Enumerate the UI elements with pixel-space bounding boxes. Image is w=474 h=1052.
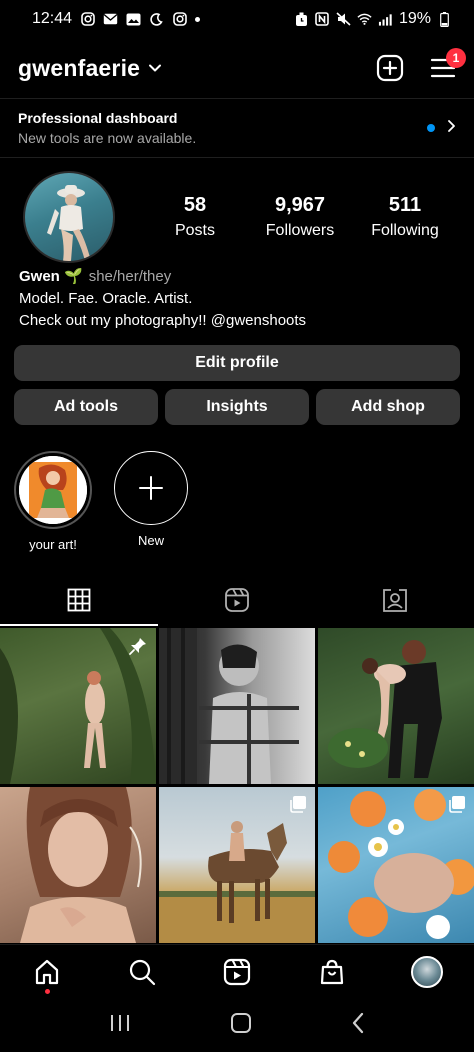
post-thumbnail[interactable]: [0, 628, 156, 784]
following-count: 511: [388, 194, 422, 216]
post-thumbnail[interactable]: [159, 787, 315, 943]
status-bar: 12:44 19%: [0, 0, 474, 38]
dashboard-subtitle: New tools are now available.: [18, 130, 197, 146]
multiple-photos-icon-2: [448, 795, 466, 818]
chevron-down-icon[interactable]: [148, 63, 162, 73]
plus-square-icon: [376, 54, 404, 82]
home-icon: [36, 959, 59, 984]
battery-icon: [437, 11, 452, 27]
posts-label: Posts: [174, 222, 215, 239]
profile-bio: Gwen 🌱 she/her/they Model. Fae. Oracle. A…: [19, 266, 459, 332]
photo-notification-icon: [126, 12, 141, 27]
nav-home[interactable]: [17, 958, 77, 994]
story-highlight[interactable]: your art!: [8, 451, 98, 552]
wifi-icon: [357, 12, 372, 27]
home-square-icon: [230, 1012, 251, 1033]
post-thumbnail[interactable]: [318, 628, 474, 784]
alarm-icon: [294, 12, 309, 27]
edit-profile-button[interactable]: Edit profile: [14, 345, 460, 381]
signal-icon: [378, 12, 393, 27]
profile-header: gwenfaerie 1: [0, 40, 474, 96]
home-system-button[interactable]: [230, 1012, 252, 1039]
post-thumbnail[interactable]: [159, 628, 315, 784]
recent-apps-icon: [111, 1014, 130, 1031]
post-thumbnail[interactable]: [0, 787, 156, 943]
nav-reels[interactable]: [207, 958, 267, 986]
nfc-icon: [315, 12, 330, 27]
stat-followers[interactable]: 9,967 Followers: [255, 194, 345, 240]
tab-grid[interactable]: [0, 574, 158, 626]
profile-display-name: Gwen 🌱: [19, 268, 83, 285]
back-button[interactable]: [351, 1012, 365, 1039]
reels-icon: [225, 588, 249, 612]
dashboard-title: Professional dashboard: [18, 110, 178, 126]
nav-search[interactable]: [112, 958, 172, 986]
bio-line-2[interactable]: Check out my photography!! @gwenshoots: [19, 310, 459, 332]
tagged-icon: [383, 589, 407, 612]
nav-profile[interactable]: [397, 955, 457, 988]
following-label: Following: [371, 222, 439, 239]
home-activity-dot: [44, 988, 50, 994]
add-shop-button[interactable]: Add shop: [316, 389, 460, 425]
more-notifications-dot: [195, 16, 201, 22]
highlight-ring: [14, 451, 92, 529]
profile-pronouns: she/her/they: [88, 268, 172, 285]
reels-nav-icon: [223, 958, 251, 985]
posts-count: 58: [183, 194, 207, 216]
new-highlight-button[interactable]: New: [106, 451, 196, 548]
stat-following[interactable]: 511 Following: [360, 194, 450, 240]
new-highlight-circle: [114, 451, 188, 525]
mute-icon: [336, 12, 351, 27]
followers-label: Followers: [265, 222, 335, 239]
instagram-notification-icon: [80, 12, 95, 27]
plus-icon: [139, 476, 163, 500]
search-icon: [130, 959, 156, 985]
professional-dashboard-banner[interactable]: Professional dashboard New tools are now…: [0, 98, 474, 158]
profile-avatar-small: [410, 955, 443, 988]
system-navigation-bar: [0, 998, 474, 1052]
status-time: 12:44: [32, 10, 73, 27]
profile-avatar[interactable]: [23, 171, 115, 263]
account-username[interactable]: gwenfaerie: [18, 55, 140, 82]
battery-percent: 19%: [398, 10, 431, 27]
nav-shop[interactable]: [302, 958, 362, 986]
highlight-label: your art!: [29, 537, 77, 552]
profile-photo: [25, 173, 113, 261]
insights-button[interactable]: Insights: [165, 389, 309, 425]
tab-reels[interactable]: [158, 574, 316, 626]
menu-button[interactable]: 1: [430, 48, 466, 79]
instagram-notification-icon-2: [172, 12, 187, 27]
pin-icon: [128, 636, 148, 661]
posts-grid: [0, 628, 474, 943]
bottom-navigation: [0, 944, 474, 998]
profile-content-tabs: [0, 574, 474, 626]
post-thumbnail[interactable]: [318, 787, 474, 943]
back-chevron-icon: [352, 1012, 363, 1033]
multiple-photos-icon: [289, 795, 307, 818]
create-post-button[interactable]: [376, 54, 404, 82]
grid-icon: [67, 588, 91, 612]
do-not-disturb-moon-icon: [149, 12, 164, 27]
tab-tagged[interactable]: [316, 574, 474, 626]
bio-line-1: Model. Fae. Oracle. Artist.: [19, 290, 193, 307]
chevron-right-icon: [447, 119, 456, 138]
followers-count: 9,967: [274, 194, 326, 216]
recent-apps-button[interactable]: [109, 1013, 131, 1038]
profile-stats: 58 Posts 9,967 Followers 511 Following: [150, 194, 450, 240]
mail-icon: [103, 12, 118, 27]
new-highlight-label: New: [137, 533, 164, 548]
highlight-cover-image: [19, 456, 87, 524]
ad-tools-button[interactable]: Ad tools: [14, 389, 158, 425]
shopping-bag-icon: [320, 959, 343, 984]
stat-posts[interactable]: 58 Posts: [150, 194, 240, 240]
bio-name-line: Gwen 🌱 she/her/they: [19, 266, 459, 288]
new-indicator-dot: [427, 124, 435, 132]
notification-badge: 1: [446, 48, 466, 68]
